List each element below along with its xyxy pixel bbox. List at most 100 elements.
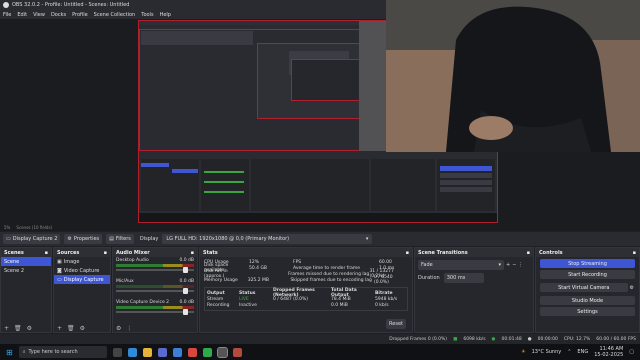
live-icon: ● [491,336,496,342]
properties-button[interactable]: ⚙ Properties [64,234,103,244]
dock-close-icon[interactable]: ▪ [45,250,48,256]
trash-icon[interactable]: 🗑 [67,325,75,332]
filter-icon: ▤ [109,236,114,242]
menu-edit[interactable]: Edit [17,12,27,18]
trash-icon[interactable]: − [512,262,516,268]
rec-icon: ● [527,336,532,342]
menu-view[interactable]: View [33,12,45,18]
settings-icon[interactable]: ⚙ [116,325,121,332]
reset-button[interactable]: Reset [386,319,406,329]
dock-close-icon[interactable]: ▪ [527,250,530,256]
add-icon[interactable]: + [57,325,62,332]
camera-icon: ◙ [57,267,62,274]
whatsapp-icon[interactable] [202,347,212,357]
volume-slider[interactable] [116,267,194,273]
volume-slider[interactable] [116,288,194,294]
source-item[interactable]: ◙ Video Capture [54,266,110,275]
menu-tools[interactable]: Tools [141,12,153,18]
rec-time: 00:00:00 [537,336,558,342]
start-recording-button[interactable]: Start Recording [540,270,635,279]
dock-close-icon[interactable]: ▪ [633,250,636,256]
mail-icon[interactable] [172,347,182,357]
task-view-icon[interactable] [112,347,122,357]
scenes-dock: Scenes ▪ Scene Scene 2 + 🗑 ⚙ [0,247,52,333]
monitor-icon: ▭ [6,236,11,242]
photos-icon[interactable] [232,347,242,357]
output-table: Output Status Dropped Frames (Network) Tota… [204,287,408,311]
add-icon[interactable]: + [4,325,9,332]
scene-item[interactable]: Scene 2 [1,266,51,275]
gear-icon: ⚙ [67,236,72,242]
dock-close-icon[interactable]: ▪ [104,250,107,256]
slider-knob[interactable] [183,288,188,294]
chrome-icon[interactable] [187,347,197,357]
taskbar-search[interactable]: ⌕ Type here to search [18,346,107,358]
notification-icon[interactable]: ▢ [629,349,634,355]
menu-scene-collection[interactable]: Scene Collection [94,12,136,18]
source-item[interactable]: ▭ Display Capture [54,275,110,284]
menu-profile[interactable]: Profile [72,12,88,18]
add-icon[interactable]: + [506,262,510,268]
audio-mixer-dock: Audio Mixer ▪ Desktop Audio 0.0 dB Mic/Aux… [112,247,198,333]
image-icon: ▣ [57,258,62,265]
more-icon[interactable]: ⋮ [126,325,132,332]
scene-transitions-dock: Scene Transitions ▪ Fade ▾ + − ⋮ Duration … [414,247,534,333]
more-icon[interactable]: ⋮ [518,262,523,268]
duration-input[interactable]: 300 ms [443,273,484,283]
scenes-hint: Scenes (10 fields) [16,225,53,230]
weather-text[interactable]: 13°C Sunny [532,349,562,355]
live-time: 00:01:48 [501,336,522,342]
transition-row: Fade ▾ + − ⋮ [418,260,530,270]
table-row: Recording Inactive 0.0 MiB 0 kb/s [207,302,389,308]
stats-row: Memory Usage 325.2 MB Skipped frames due t… [204,275,393,285]
weather-icon: ☀ [521,349,526,355]
filter-icon[interactable]: ⚙ [27,325,32,332]
tray-chevron-icon[interactable]: ⌃ [567,349,571,355]
cpu-usage: CPU: 12.7% [563,336,591,342]
transition-select[interactable]: Fade ▾ [418,260,504,270]
mixer-header: Audio Mixer ▪ [113,248,197,257]
gear-icon[interactable]: ⚙ [630,285,634,291]
mixer-channel: Video Capture Device 2 0.0 dB [113,299,197,315]
dock-close-icon[interactable]: ▪ [191,250,194,256]
stats-grid: CPU Usage 12% FPS 60.00 Disk space availabl… [200,257,412,286]
gear-icon[interactable]: ⚙ [80,325,85,332]
edge-icon[interactable] [127,347,137,357]
slider-knob[interactable] [183,267,188,273]
menu-help[interactable]: Help [160,12,171,18]
source-item[interactable]: ▣ Image [54,257,110,266]
language-indicator[interactable]: ENG [577,349,588,355]
window-title: OBS 32.0.2 - Profile: Untitled - Scenes:… [12,2,130,8]
store-icon[interactable] [157,347,167,357]
windows-start-icon[interactable]: ⊞ [6,348,13,357]
chevron-down-icon: ▾ [365,236,369,242]
clock[interactable]: 11:46 AM 15-02-2025 [594,346,623,358]
slider-knob[interactable] [183,309,188,315]
settings-button[interactable]: Settings [540,307,635,316]
display-select[interactable]: LG FULL HD: 1920x1080 @ 0,0 (Primary Mon… [162,234,373,244]
virtual-camera-row: Start Virtual Camera ⚙ [536,281,639,294]
current-source: ▭ Display Capture 2 [3,234,61,244]
sources-toolbar: + 🗑 ⚙ [54,324,110,332]
menu-docks[interactable]: Docks [51,12,66,18]
scene-item[interactable]: Scene [1,257,51,266]
zoom-label: 5% [4,225,11,230]
webcam-overlay[interactable] [386,0,640,152]
menu-file[interactable]: File [3,12,11,18]
volume-slider[interactable] [116,309,194,315]
file-explorer-icon[interactable] [142,347,152,357]
start-virtual-camera-button[interactable]: Start Virtual Camera [540,283,628,292]
mixer-channel: Mic/Aux 0.0 dB [113,278,197,294]
table-row: Stream LIVE 0 / 6487 (0.0%) 78.4 MiB 5948 kb… [207,296,398,302]
obs-taskbar-icon[interactable] [216,346,228,358]
trash-icon[interactable]: 🗑 [14,325,22,332]
studio-mode-button[interactable]: Studio Mode [540,296,635,305]
dock-close-icon[interactable]: ▪ [406,250,409,256]
filters-button[interactable]: ▤ Filters [106,234,134,244]
stop-streaming-button[interactable]: Stop Streaming [540,259,635,268]
table-header: Output Status Dropped Frames (Network) Tota… [207,288,393,298]
sources-header: Sources ▪ [54,248,110,257]
obs-logo-icon [3,2,9,8]
fps-display: 60.00 / 60.00 FPS [596,336,636,342]
mixer-channel: Desktop Audio 0.0 dB [113,257,197,273]
